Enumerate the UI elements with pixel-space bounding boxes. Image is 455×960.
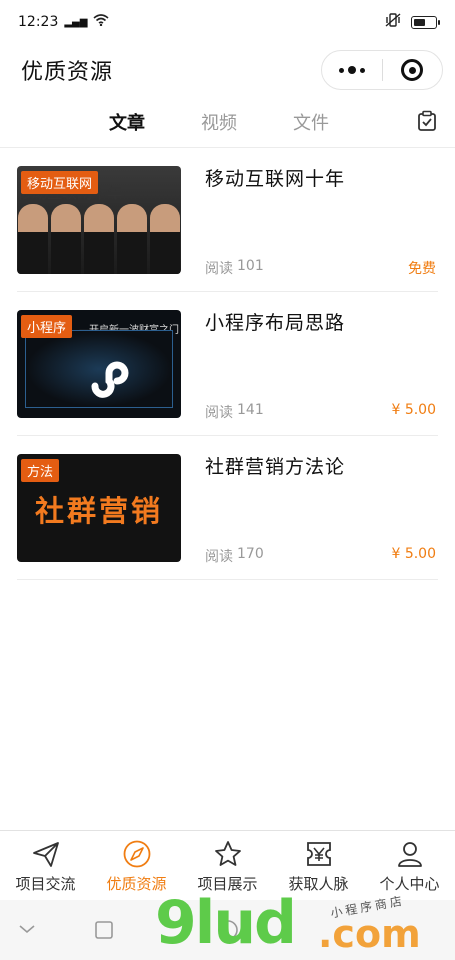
chevron-down-icon[interactable] bbox=[18, 922, 36, 936]
list-item[interactable]: 移动互联网 移动互联网十年 移动互联网十年 阅读 101 免费 bbox=[17, 148, 438, 292]
article-price: ¥ 5.00 bbox=[391, 546, 436, 562]
list-item[interactable]: 方法 社群营销 社群营销方法论 阅读 170 ¥ 5.00 bbox=[17, 436, 438, 580]
read-label: 阅读 bbox=[205, 549, 233, 565]
article-price: 免费 bbox=[408, 261, 436, 277]
article-title: 社群营销方法论 bbox=[205, 456, 346, 478]
read-label: 阅读 bbox=[205, 261, 233, 277]
tabbar-item-project-exchange[interactable]: 项目交流 bbox=[0, 831, 91, 900]
recent-apps-icon[interactable] bbox=[94, 920, 114, 940]
read-value: 170 bbox=[237, 546, 264, 562]
status-bar: 12:23 ▂▄▆ bbox=[0, 0, 455, 44]
content-tabs: 文章 视频 文件 bbox=[0, 96, 455, 148]
read-count: 阅读 170 bbox=[205, 546, 264, 566]
tabbar-label: 项目交流 bbox=[15, 875, 76, 893]
miniprogram-capsule bbox=[321, 50, 443, 90]
article-list: 移动互联网 移动互联网十年 移动互联网十年 阅读 101 免费 小程序 —开启新… bbox=[0, 148, 455, 580]
compass-icon bbox=[123, 840, 150, 868]
article-title: 移动互联网十年 bbox=[205, 168, 346, 190]
yen-ticket-icon bbox=[306, 842, 331, 866]
watermark-logo: 9lud bbox=[155, 888, 297, 958]
tab-videos[interactable]: 视频 bbox=[173, 109, 265, 135]
read-count: 阅读 101 bbox=[205, 258, 264, 278]
person-icon bbox=[397, 842, 422, 867]
tabbar-label: 个人中心 bbox=[379, 875, 440, 893]
tab-articles[interactable]: 文章 bbox=[81, 109, 173, 135]
target-icon bbox=[401, 59, 424, 81]
vibrate-icon bbox=[385, 12, 401, 32]
thumbnail-tag: 方法 bbox=[21, 459, 60, 482]
signal-icon: ▂▄▆ bbox=[64, 16, 88, 28]
close-miniprogram-button[interactable] bbox=[383, 51, 443, 89]
thumbnail-tag: 小程序 bbox=[21, 315, 73, 338]
article-thumbnail: 方法 社群营销 bbox=[17, 454, 181, 562]
list-item[interactable]: 小程序 —开启新一波财富之门 小程序布局思路 阅读 141 ¥ 5.00 bbox=[17, 292, 438, 436]
tab-files[interactable]: 文件 bbox=[265, 109, 357, 135]
nav-bar: 优质资源 bbox=[0, 44, 455, 96]
thumbnail-tag: 移动互联网 bbox=[21, 171, 99, 194]
more-dots-icon bbox=[338, 66, 365, 74]
battery-icon bbox=[411, 15, 440, 29]
tabbar-label: 获取人脉 bbox=[288, 875, 349, 893]
article-thumbnail: 小程序 —开启新一波财富之门 bbox=[17, 310, 181, 418]
read-value: 141 bbox=[237, 402, 264, 418]
star-icon bbox=[214, 841, 241, 866]
paper-plane-icon bbox=[32, 842, 59, 867]
status-time: 12:23 bbox=[18, 14, 59, 30]
article-thumbnail: 移动互联网 移动互联网十年 bbox=[17, 166, 181, 274]
page-title: 优质资源 bbox=[21, 60, 114, 85]
thumbnail-headline: 社群营销 bbox=[34, 494, 163, 528]
article-price: ¥ 5.00 bbox=[391, 402, 436, 418]
clipboard-check-icon[interactable] bbox=[416, 110, 438, 132]
tabbar-item-profile[interactable]: 个人中心 bbox=[364, 831, 455, 900]
article-title: 小程序布局思路 bbox=[205, 312, 346, 334]
miniprogram-logo-icon bbox=[91, 361, 129, 398]
read-count: 阅读 141 bbox=[205, 402, 264, 422]
more-button[interactable] bbox=[322, 51, 382, 89]
read-label: 阅读 bbox=[205, 405, 233, 421]
watermark-domain: .com bbox=[318, 912, 421, 956]
read-value: 101 bbox=[237, 258, 264, 274]
wifi-icon bbox=[93, 14, 109, 30]
portrait-group bbox=[17, 196, 181, 274]
